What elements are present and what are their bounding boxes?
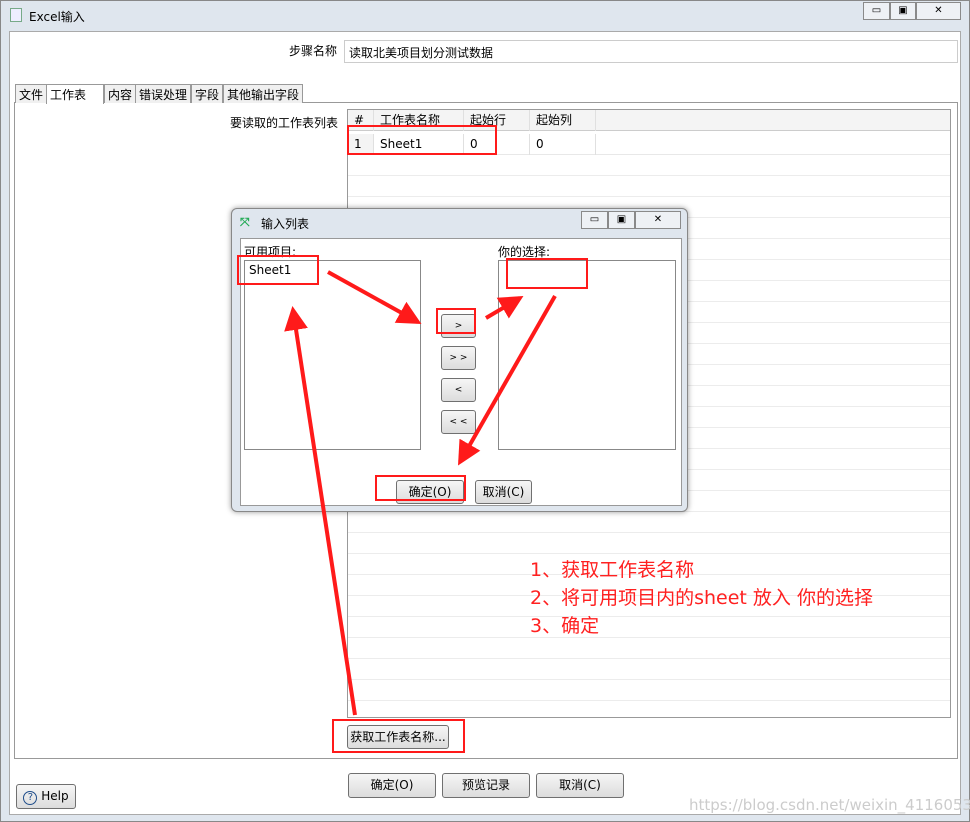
instruction-3: 3、确定 (530, 615, 600, 637)
instructions: 1、获取工作表名称 2、将可用项目内的sheet 放入 你的选择 3、确定 (530, 556, 873, 640)
arrow (484, 295, 524, 320)
arrow (284, 306, 357, 716)
arrow (327, 270, 422, 324)
instruction-1: 1、获取工作表名称 (530, 559, 695, 581)
instruction-2: 2、将可用项目内的sheet 放入 你的选择 (530, 587, 873, 609)
arrow (458, 295, 557, 466)
annotation-arrows (284, 270, 557, 716)
